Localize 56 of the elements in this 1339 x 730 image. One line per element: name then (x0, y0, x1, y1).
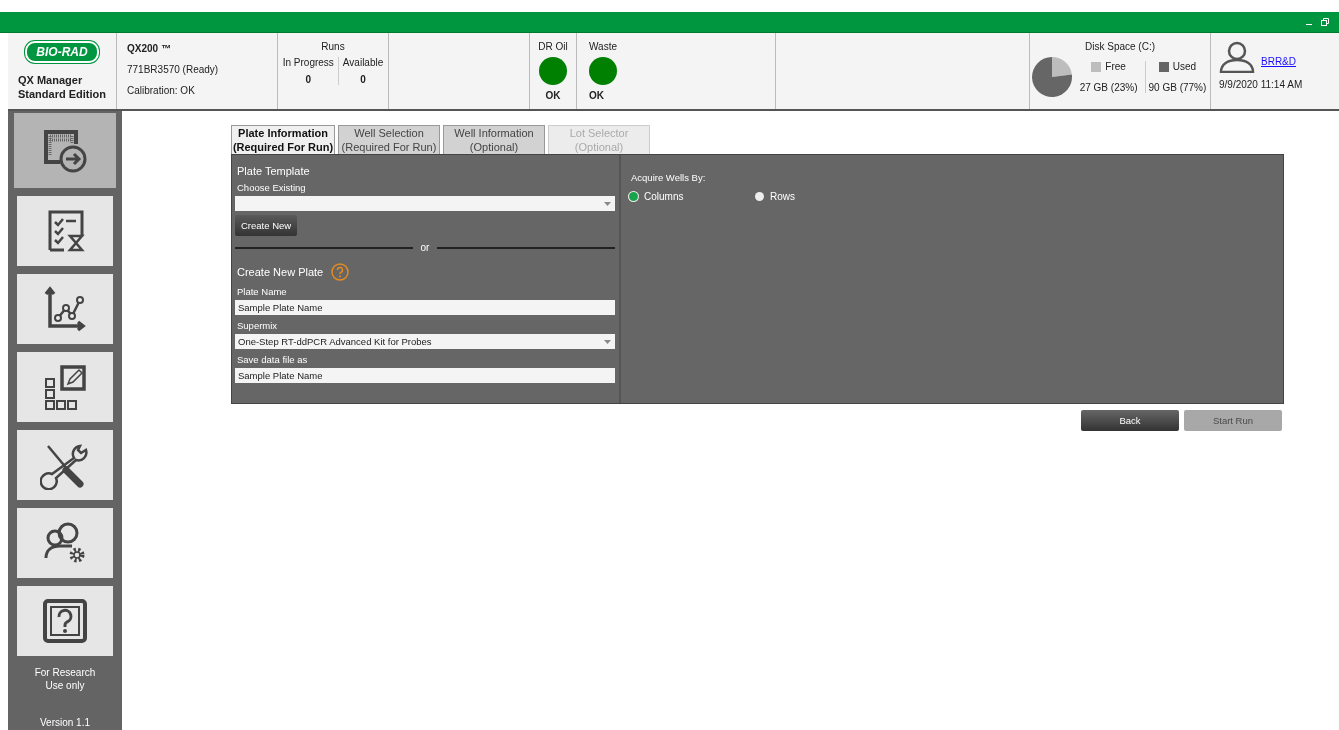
section-title: Plate Template (236, 165, 311, 177)
or-divider-text: or (420, 242, 430, 253)
tab[interactable]: Well Selection (Required For Run) (338, 125, 440, 154)
runs-count: 0 (305, 74, 312, 85)
runs-column-label: Available (342, 57, 384, 68)
dropdown-arrow-icon (604, 339, 611, 344)
text-field[interactable]: Sample Plate Name (235, 300, 615, 315)
nav-button[interactable] (17, 196, 113, 266)
instrument-name: QX200 ™ (127, 43, 172, 54)
user-icon (1219, 41, 1255, 73)
runs-column-label: In Progress (282, 57, 334, 68)
nav-button[interactable] (17, 586, 113, 656)
indicator-status: OK (545, 90, 561, 101)
field-label: Supermix (236, 320, 279, 331)
indicator-label: Waste (589, 41, 617, 52)
user-link[interactable]: BRR&D (1261, 56, 1296, 67)
tab[interactable]: Well Information (Optional) (443, 125, 545, 154)
nav-button[interactable] (17, 352, 113, 422)
create-new-button[interactable]: Create New (235, 215, 298, 236)
tab[interactable]: Plate Information (Required For Run) (231, 125, 335, 154)
logo: BIO-RAD (25, 41, 99, 63)
text-field[interactable]: Sample Plate Name (235, 368, 615, 383)
field-label: Choose Existing (236, 182, 307, 193)
disk-title: Disk Space (C:) (1085, 41, 1155, 52)
nav-button[interactable] (17, 430, 113, 500)
dropdown-field[interactable]: One-Step RT-ddPCR Advanced Kit for Probes (235, 334, 615, 349)
instrument-status: 771BR3570 (Ready) (127, 64, 220, 75)
dropdown-arrow-icon (604, 201, 611, 206)
radio-label: Columns (644, 191, 684, 202)
nav-button[interactable] (17, 508, 113, 578)
indicator-status: OK (589, 90, 604, 101)
acquire-title: Acquire Wells By: (630, 172, 707, 183)
date-time: 9/9/2020 11:14 AM (1219, 79, 1304, 90)
nav-button[interactable] (17, 274, 113, 344)
disk-value: 27 GB (23%) (1079, 82, 1138, 93)
radio-button[interactable] (755, 192, 764, 201)
calibration-status: Calibration: OK (127, 85, 196, 96)
runs-title: Runs (321, 41, 345, 52)
restore-icon[interactable] (1321, 18, 1329, 26)
runs-count: 0 (360, 74, 366, 85)
legend-label: Used (1172, 61, 1197, 72)
legend-label: Free (1105, 61, 1126, 72)
section-title: Create New Plate (236, 266, 324, 278)
radio-label: Rows (770, 191, 795, 202)
research-use-note: For Research Use only (33, 666, 97, 692)
version-label: Version 1.1 (39, 717, 90, 728)
radio-button[interactable] (629, 192, 638, 201)
field-label: Plate Name (236, 286, 288, 297)
app-name: QX Manager Standard Edition (17, 73, 106, 101)
action-button[interactable]: Back (1081, 410, 1179, 431)
disk-value: 90 GB (77%) (1148, 82, 1207, 93)
indicator-label: DR Oil (538, 41, 568, 52)
field-label: Save data file as (236, 354, 309, 365)
dropdown-field[interactable] (235, 196, 615, 211)
nav-button[interactable] (14, 113, 116, 188)
help-icon (40, 596, 90, 646)
